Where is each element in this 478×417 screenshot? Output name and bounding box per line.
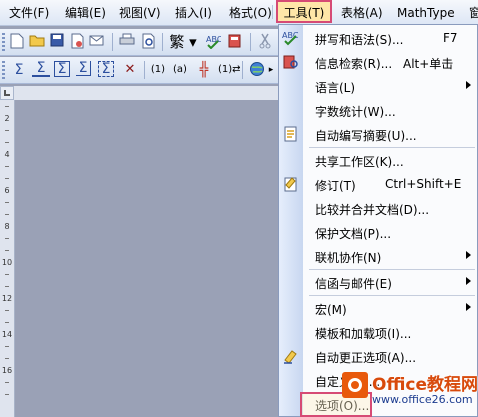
menu-item-track-changes[interactable]: 修订(T) Ctrl+Shift+E (279, 173, 478, 195)
menu-item-shared-workspace[interactable]: 共享工作区(K)... (279, 149, 478, 171)
standard-toolbar: 繁 ▾ ABC (0, 29, 280, 56)
menu-file[interactable]: 文件(F) (6, 4, 52, 22)
menu-label: 修订(T) (315, 179, 356, 193)
menu-shortcut: Ctrl+Shift+E (385, 177, 462, 191)
menu-item-autosummarize[interactable]: 自动编写摘要(U)... (279, 123, 478, 145)
tab-selector[interactable] (0, 86, 14, 100)
sigma-inline-icon[interactable]: Σ (10, 61, 28, 79)
menu-edit[interactable]: 编辑(E) (62, 4, 109, 22)
toolbar-grip[interactable] (2, 33, 5, 51)
submenu-arrow-icon (466, 277, 471, 285)
email-icon[interactable] (88, 33, 106, 51)
autosummary-icon (282, 125, 300, 143)
menu-item-spelling-grammar[interactable]: ABC 拼写和语法(S)... F7 (279, 27, 478, 49)
office-logo-icon (342, 372, 368, 398)
menu-view[interactable]: 视图(V) (116, 4, 164, 22)
toolbar-grip[interactable] (2, 61, 5, 79)
menu-item-autocorrect-options[interactable]: 自动更正选项(A)... (279, 345, 478, 367)
ruler-number: 8 (4, 222, 10, 231)
submenu-arrow-icon (466, 81, 471, 89)
svg-text:ABC: ABC (206, 35, 221, 44)
menu-item-letters-mailings[interactable]: 信函与邮件(E) (279, 271, 478, 293)
menu-window[interactable]: 窗 (466, 4, 478, 22)
menu-label: 联机协作(N) (315, 251, 382, 265)
tools-dropdown-menu: ABC 拼写和语法(S)... F7 信息检索(R)... Alt+单击 语言(… (278, 24, 478, 417)
menu-shortcut: F7 (443, 31, 458, 45)
insert-reference-icon[interactable]: (a) (170, 61, 190, 79)
sigma-left-numbered-icon[interactable]: Σ (54, 61, 70, 77)
sigma-toggle-icon[interactable]: Σ (98, 61, 114, 77)
menu-item-word-count[interactable]: 字数统计(W)... (279, 99, 478, 121)
research-icon (282, 53, 300, 71)
autocorrect-icon (282, 347, 300, 365)
ruler-number: 16 (1, 366, 13, 375)
cut-icon[interactable] (256, 33, 274, 51)
menu-item-language[interactable]: 语言(L) (279, 75, 478, 97)
menu-label: 保护文档(P)... (315, 227, 392, 241)
print-icon[interactable] (118, 33, 136, 51)
tex-icon[interactable]: ✕ (120, 61, 140, 79)
submenu-arrow-icon (466, 251, 471, 259)
sigma-display-icon[interactable]: Σ (32, 61, 50, 77)
ruler-number: 6 (4, 186, 10, 195)
spelling-check-icon[interactable]: ABC (204, 33, 222, 51)
traditional-label: 繁 (169, 33, 185, 51)
menu-item-templates-addins[interactable]: 模板和加载项(I)... (279, 321, 478, 343)
menu-shortcut: Alt+单击 (403, 57, 454, 71)
menu-item-compare-merge[interactable]: 比较并合并文档(D)... (279, 197, 478, 219)
toolbar-more-icon[interactable]: ▸ (266, 61, 276, 79)
menu-label: 语言(L) (315, 81, 356, 95)
menu-format[interactable]: 格式(O) (226, 4, 275, 22)
menu-label: 自动更正选项(A)... (315, 351, 417, 365)
print-preview-icon[interactable] (140, 33, 158, 51)
document-area[interactable] (14, 86, 284, 417)
menu-label: 信息检索(R)... (315, 57, 393, 71)
ruler-number: 14 (1, 330, 13, 339)
horizontal-ruler (14, 86, 278, 100)
track-changes-icon (282, 175, 300, 193)
ruler-number: 2 (4, 114, 10, 123)
spelling-icon: ABC (282, 29, 300, 47)
open-folder-icon[interactable] (28, 33, 46, 51)
menu-label: 比较并合并文档(D)... (315, 203, 430, 217)
menu-mathtype[interactable]: MathType (394, 4, 458, 22)
menu-item-research[interactable]: 信息检索(R)... Alt+单击 (279, 51, 478, 73)
menu-table[interactable]: 表格(A) (338, 4, 386, 22)
menu-label: 拼写和语法(S)... (315, 33, 404, 47)
traditional-chinese-button[interactable]: 繁 ▾ (168, 33, 198, 51)
menu-bar: 文件(F) 编辑(E) 视图(V) 插入(I) 格式(O) 工具(T) 表格(A… (0, 0, 478, 26)
submenu-arrow-icon (466, 303, 471, 311)
save-icon[interactable] (48, 33, 66, 51)
watermark: Office教程网 www.office26.com (330, 366, 478, 416)
watermark-url: www.office26.com (372, 393, 473, 406)
watermark-title: Office教程网 (372, 375, 478, 395)
research-book-icon[interactable] (226, 33, 244, 51)
ruler-number: 4 (4, 150, 10, 159)
ruler-number: 12 (1, 294, 13, 303)
sigma-right-numbered-icon[interactable]: Σ (76, 61, 91, 76)
menu-tools[interactable]: 工具(T) (276, 0, 332, 23)
menu-label: 信函与邮件(E) (315, 277, 392, 291)
globe-icon[interactable] (248, 61, 266, 79)
svg-text:ABC: ABC (282, 31, 299, 40)
menu-label: 自动编写摘要(U)... (315, 129, 417, 143)
update-numbers-icon[interactable]: (1)⇄ (218, 61, 241, 79)
ruler-number: 10 (1, 258, 13, 267)
menu-item-online-collaboration[interactable]: 联机协作(N) (279, 245, 478, 267)
new-document-icon[interactable] (8, 33, 26, 51)
vertical-ruler: 2 4 6 8 10 12 14 16 (0, 100, 15, 417)
menu-label: 宏(M) (315, 303, 347, 317)
insert-equation-number-icon[interactable]: (1) (148, 61, 168, 79)
menu-label: 字数统计(W)... (315, 105, 396, 119)
menu-label: 模板和加载项(I)... (315, 327, 412, 341)
menu-insert[interactable]: 插入(I) (172, 4, 215, 22)
menu-separator (272, 5, 273, 19)
mathtype-toolbar: Σ Σ Σ Σ Σ ✕ (1) (a) ╬ (1)⇄ ▸ (0, 57, 280, 84)
menu-item-macro[interactable]: 宏(M) (279, 297, 478, 319)
menu-item-protect-document[interactable]: 保护文档(P)... (279, 221, 478, 243)
permission-icon[interactable] (68, 33, 86, 51)
menu-label: 共享工作区(K)... (315, 155, 404, 169)
chapter-break-icon[interactable]: ╬ (194, 61, 214, 79)
